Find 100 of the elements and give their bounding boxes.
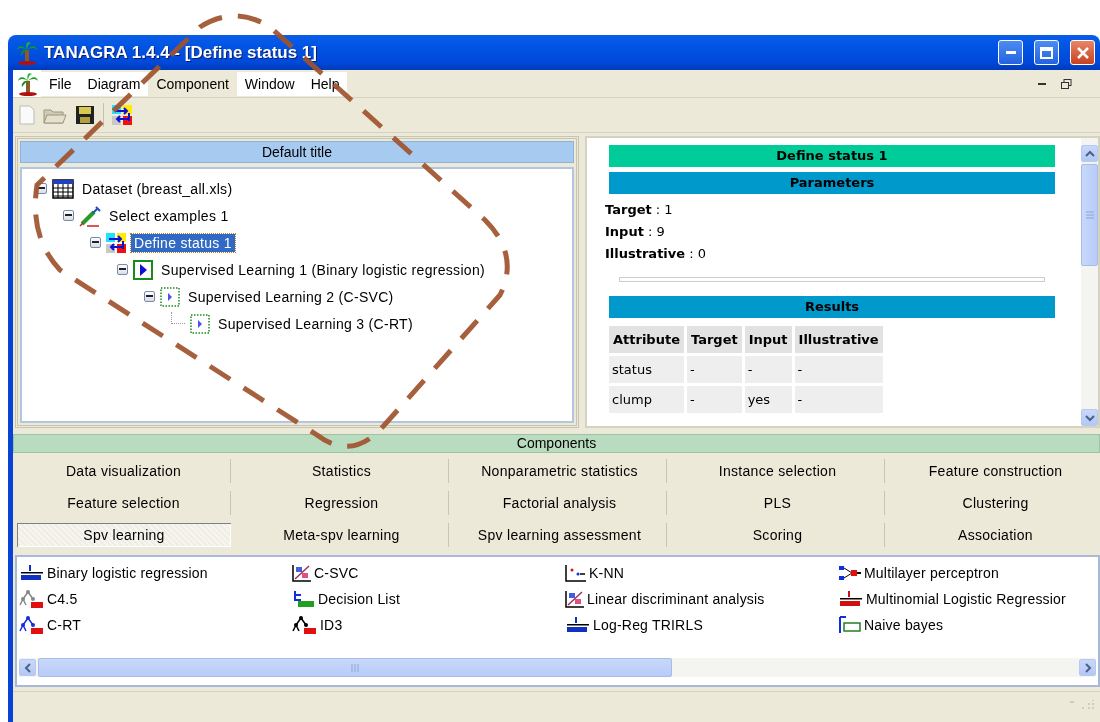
category-tab[interactable]: Feature construction xyxy=(889,459,1100,483)
scroll-thumb[interactable] xyxy=(38,658,672,677)
category-tab[interactable]: Data visualization xyxy=(17,459,231,483)
category-tab[interactable]: Meta-spv learning xyxy=(235,523,449,547)
tree-item[interactable]: Supervised Learning 2 (C-SVC) xyxy=(185,287,397,306)
category-tab[interactable]: Factorial analysis xyxy=(453,491,667,515)
tree-expander[interactable] xyxy=(63,210,74,221)
tree-item[interactable]: Dataset (breast_all.xls) xyxy=(79,179,236,198)
category-tab[interactable]: Clustering xyxy=(889,491,1100,515)
tree-icon xyxy=(19,590,45,608)
vertical-scrollbar[interactable] xyxy=(1081,138,1098,426)
network-icon xyxy=(838,565,862,581)
category-tab[interactable]: Feature selection xyxy=(17,491,231,515)
scatter-plot-icon xyxy=(565,564,587,582)
restore-icon xyxy=(1060,78,1072,89)
scroll-up-button[interactable] xyxy=(1081,145,1098,162)
parameter-text: Target : 1 xyxy=(605,201,674,219)
menu-item[interactable]: Diagram xyxy=(79,71,149,96)
collapse-icon xyxy=(146,295,153,298)
tree-icon xyxy=(19,616,45,634)
scroll-down-button[interactable] xyxy=(1081,409,1098,426)
category-tab[interactable]: Spv learning xyxy=(17,523,231,547)
method-entry[interactable]: Multinomial Logistic Regressior xyxy=(866,591,1066,607)
resize-grip-icon xyxy=(1070,700,1094,710)
define-status-button[interactable] xyxy=(112,105,132,125)
menu-item[interactable]: File xyxy=(41,71,80,96)
grip-icon xyxy=(351,663,359,672)
tree-icon xyxy=(292,616,318,634)
category-tab[interactable]: PLS xyxy=(671,491,885,515)
window-title: TANAGRA 1.4.4 - [Define status 1] xyxy=(44,42,318,63)
minimize-icon xyxy=(1005,51,1016,54)
horizontal-scrollbar[interactable] xyxy=(19,658,1096,677)
scroll-right-button[interactable] xyxy=(1079,659,1096,676)
table-cell: - xyxy=(794,356,883,383)
play-icon xyxy=(190,313,210,334)
maximize-icon xyxy=(1040,46,1053,59)
category-tab[interactable]: Nonparametric statistics xyxy=(453,459,667,483)
blank-page-icon xyxy=(19,105,35,125)
tree-expander[interactable] xyxy=(117,264,128,275)
decision-list-icon xyxy=(292,590,316,608)
category-tab[interactable]: Association xyxy=(889,523,1100,547)
table-cell: - xyxy=(686,356,742,383)
scroll-thumb[interactable] xyxy=(1081,164,1098,266)
section-heading: Results xyxy=(609,296,1055,318)
fraction-icon xyxy=(565,617,591,633)
scatter-plot-icon xyxy=(292,564,312,582)
category-tab[interactable]: Scoring xyxy=(671,523,885,547)
tree-expander[interactable] xyxy=(36,183,47,194)
column-header: Target xyxy=(686,326,742,353)
minimize-button[interactable] xyxy=(998,40,1023,65)
minimize-icon xyxy=(1038,82,1046,85)
collapse-icon xyxy=(65,214,72,217)
tree-item[interactable]: Define status 1 xyxy=(131,233,235,252)
collapse-icon xyxy=(92,241,99,244)
bayes-icon xyxy=(838,616,862,634)
menu-item[interactable]: Window xyxy=(236,71,303,96)
method-entry[interactable]: Multilayer perceptron xyxy=(864,565,999,581)
method-entry[interactable]: Binary logistic regression xyxy=(47,565,208,581)
close-button[interactable] xyxy=(1070,40,1095,65)
table-cell: - xyxy=(744,356,792,383)
maximize-button[interactable] xyxy=(1034,40,1059,65)
tree-expander[interactable] xyxy=(144,291,155,302)
play-icon xyxy=(133,259,153,280)
method-entry[interactable]: ID3 xyxy=(320,617,343,633)
method-entry[interactable]: Decision List xyxy=(318,591,400,607)
method-entry[interactable]: Log-Reg TRIRLS xyxy=(593,617,703,633)
category-tab[interactable]: Spv learning assessment xyxy=(453,523,667,547)
table-cell: yes xyxy=(744,386,792,413)
tree-expander[interactable] xyxy=(90,237,101,248)
tree-item[interactable]: Supervised Learning 1 (Binary logistic regression) xyxy=(158,260,488,279)
category-tab[interactable]: Statistics xyxy=(235,459,449,483)
tree-item[interactable]: Select examples 1 xyxy=(106,206,232,225)
category-tab[interactable]: Regression xyxy=(235,491,449,515)
scroll-left-button[interactable] xyxy=(19,659,36,676)
arrows-grid-icon xyxy=(106,232,126,253)
column-header: Attribute xyxy=(609,326,684,353)
components-title: Components xyxy=(13,434,1100,453)
method-entry[interactable]: K-NN xyxy=(589,565,625,581)
palm-tree-icon xyxy=(16,40,38,65)
grip-icon xyxy=(1085,211,1094,219)
section-heading: Parameters xyxy=(609,172,1055,194)
collapse-icon xyxy=(38,187,45,190)
panel-title: Default title xyxy=(20,141,574,163)
category-tab[interactable]: Instance selection xyxy=(671,459,885,483)
tree-item[interactable]: Supervised Learning 3 (C-RT) xyxy=(215,314,416,333)
fraction-icon xyxy=(19,565,45,581)
table-cell: - xyxy=(794,386,883,413)
method-entry[interactable]: C-SVC xyxy=(314,565,359,581)
method-entry[interactable]: C-RT xyxy=(47,617,81,633)
arrows-grid-icon xyxy=(112,105,132,125)
report-title: Define status 1 xyxy=(609,145,1055,167)
column-header: Input xyxy=(744,326,792,353)
table-cell: status xyxy=(609,356,684,383)
method-entry[interactable]: C4.5 xyxy=(47,591,78,607)
method-entry[interactable]: Naive bayes xyxy=(864,617,944,633)
scatter-plot-icon xyxy=(565,590,585,608)
table-cell: clump xyxy=(609,386,684,413)
method-entry[interactable]: Linear discriminant analysis xyxy=(587,591,765,607)
parameter-text: Illustrative : 0 xyxy=(605,245,708,263)
save-button[interactable] xyxy=(75,105,95,125)
